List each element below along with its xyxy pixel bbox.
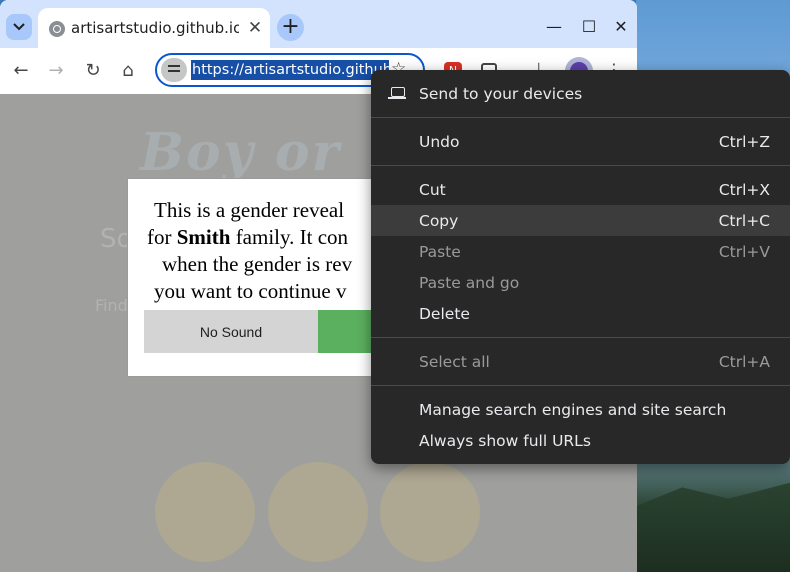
url-text[interactable]: https://artisartstudio.github.io — [191, 60, 389, 80]
new-tab-button[interactable]: + — [277, 14, 304, 41]
menu-item-manage-search-engines[interactable]: Manage search engines and site search — [371, 394, 790, 425]
site-info-icon[interactable] — [161, 58, 187, 82]
minimize-icon[interactable]: — — [543, 16, 565, 38]
reveal-circle[interactable] — [155, 462, 255, 562]
menu-item-undo[interactable]: Undo Ctrl+Z — [371, 126, 790, 157]
menu-divider — [371, 117, 790, 118]
forward-icon[interactable]: → — [43, 58, 69, 84]
menu-item-select-all[interactable]: Select all Ctrl+A — [371, 346, 790, 377]
menu-item-cut[interactable]: Cut Ctrl+X — [371, 174, 790, 205]
tab-close-icon[interactable]: ✕ — [245, 18, 265, 38]
reveal-circle[interactable] — [268, 462, 368, 562]
menu-item-show-full-urls[interactable]: Always show full URLs — [371, 425, 790, 456]
tab-search-icon[interactable] — [6, 14, 32, 40]
devices-icon — [388, 87, 406, 99]
maximize-icon[interactable]: ☐ — [578, 16, 600, 38]
tab-strip: artisartstudio.github.io/ ✕ + — ☐ ✕ — [0, 0, 637, 48]
tab-title: artisartstudio.github.io/ — [71, 19, 239, 37]
menu-divider — [371, 337, 790, 338]
globe-icon — [49, 21, 65, 37]
home-icon[interactable]: ⌂ — [115, 58, 141, 84]
reveal-circle[interactable] — [380, 462, 480, 562]
reload-icon[interactable]: ↻ — [80, 58, 106, 84]
page-logo: Boy or — [140, 122, 342, 183]
menu-divider — [371, 385, 790, 386]
browser-tab[interactable]: artisartstudio.github.io/ ✕ — [38, 8, 270, 48]
hills — [636, 482, 790, 572]
page-subtext: Find — [95, 296, 128, 315]
menu-divider — [371, 165, 790, 166]
no-sound-button[interactable]: No Sound — [144, 310, 318, 353]
menu-item-delete[interactable]: Delete — [371, 298, 790, 329]
close-window-icon[interactable]: ✕ — [610, 16, 632, 38]
context-menu: Send to your devices Undo Ctrl+Z Cut Ctrl+… — [371, 70, 790, 464]
menu-item-paste[interactable]: Paste Ctrl+V — [371, 236, 790, 267]
family-name: Smith — [176, 225, 231, 249]
menu-item-send-to-devices[interactable]: Send to your devices — [371, 78, 790, 109]
menu-item-copy[interactable]: Copy Ctrl+C — [371, 205, 790, 236]
back-icon[interactable]: ← — [8, 58, 34, 84]
menu-item-paste-and-go[interactable]: Paste and go — [371, 267, 790, 298]
